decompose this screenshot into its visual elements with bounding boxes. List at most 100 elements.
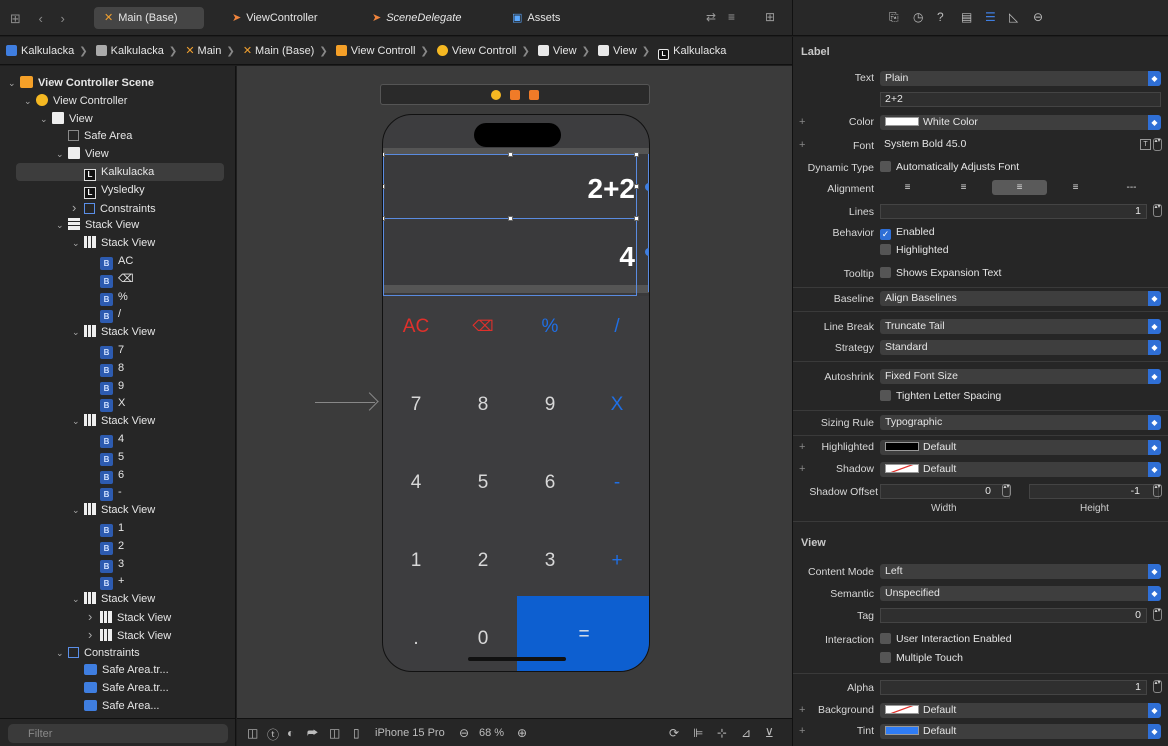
calculator-key[interactable]: 8 — [450, 366, 516, 444]
font-size-stepper[interactable]: ▴▾ — [1153, 138, 1162, 151]
outline-row[interactable]: ⌄ Stack View — [0, 323, 235, 341]
chevron-right-icon[interactable]: › — [88, 626, 100, 644]
outline-row[interactable]: B- — [0, 483, 235, 502]
add-variation-icon[interactable]: + — [799, 725, 805, 737]
chevron-down-icon[interactable]: ⌄ — [8, 74, 20, 92]
shadow-height-stepper[interactable]: ▴▾ — [1153, 484, 1162, 497]
chevron-down-icon[interactable]: ⌄ — [24, 92, 36, 110]
semantic-popup[interactable]: Unspecified ◆ — [880, 586, 1161, 601]
color-popup[interactable]: White Color ◆ — [880, 115, 1161, 130]
outline-row[interactable]: › Stack View — [0, 608, 235, 626]
attributes-inspector-icon[interactable]: ☰ — [985, 10, 996, 24]
shadow-offset-width-field[interactable]: 0 — [880, 484, 1010, 499]
sizing-rule-popup[interactable]: Typographic ◆ — [880, 415, 1161, 430]
user-interaction-checkbox[interactable]: User Interaction Enabled — [880, 633, 1012, 645]
file-inspector-icon[interactable]: ⎘ — [889, 10, 899, 25]
breadcrumb-item[interactable]: View Controll — [351, 45, 416, 57]
outline-row[interactable]: Safe Area — [0, 127, 235, 145]
add-variation-icon[interactable]: + — [799, 463, 805, 475]
chevron-right-icon[interactable]: › — [88, 608, 100, 626]
add-variation-icon[interactable]: + — [799, 704, 805, 716]
add-constraints-icon[interactable]: ⊹ — [717, 726, 727, 740]
breadcrumb-item[interactable]: Main — [198, 45, 222, 57]
breadcrumb-item[interactable]: View — [553, 45, 577, 57]
constraint-dot[interactable] — [645, 248, 649, 256]
calculator-key[interactable]: / — [584, 288, 649, 366]
related-items-icon[interactable]: ⇄ — [706, 10, 716, 24]
calculator-key[interactable]: 3 — [517, 522, 583, 600]
outline-row[interactable]: B / — [0, 305, 235, 324]
calculator-key[interactable]: 6 — [517, 444, 583, 522]
outline-row[interactable]: B7 — [0, 341, 235, 359]
breadcrumb-item[interactable]: View — [613, 45, 637, 57]
expression-label[interactable]: 2+2 — [588, 173, 636, 205]
embed-in-icon[interactable]: ⊻ — [765, 726, 774, 740]
outline-row[interactable]: ⌄ Stack View — [0, 234, 235, 252]
outline-row[interactable]: ⌄ Constraints — [0, 644, 235, 662]
tint-color-popup[interactable]: Default ◆ — [880, 724, 1161, 739]
font-field[interactable]: System Bold 45.0 — [880, 138, 1161, 153]
tag-stepper[interactable]: ▴▾ — [1153, 608, 1162, 621]
breadcrumb-item[interactable]: Kalkulacka — [21, 45, 74, 57]
tooltip-checkbox[interactable]: Shows Expansion Text — [880, 267, 1001, 279]
baseline-popup[interactable]: Align Baselines ◆ — [880, 291, 1161, 306]
lines-field[interactable]: 1 — [880, 204, 1147, 219]
add-editor-icon[interactable]: ⊞ — [765, 10, 775, 24]
align-justified-icon[interactable]: ≡ — [1048, 180, 1103, 195]
calculator-key[interactable]: 1 — [383, 522, 449, 600]
outline-row[interactable]: B AC — [0, 252, 235, 270]
outline-row[interactable]: BX — [0, 394, 235, 413]
calculator-key[interactable]: 2 — [450, 522, 516, 600]
outline-row[interactable]: B1 — [0, 519, 235, 537]
result-label-frame[interactable] — [383, 219, 637, 296]
strategy-popup[interactable]: Standard ◆ — [880, 340, 1161, 355]
history-inspector-icon[interactable]: ◷ — [913, 10, 923, 24]
calculator-key[interactable]: AC — [383, 288, 449, 366]
device-selector[interactable]: iPhone 15 Pro — [375, 727, 445, 739]
lines-stepper[interactable]: ▴▾ — [1153, 204, 1162, 217]
result-label[interactable]: 4 — [619, 241, 635, 273]
chevron-down-icon[interactable]: ⌄ — [72, 234, 84, 252]
appearance-icon[interactable]: ◐ — [287, 726, 294, 740]
calculator-key[interactable]: ⌫ — [450, 288, 516, 366]
tag-field[interactable]: 0 — [880, 608, 1147, 623]
tab-assets[interactable]: ▣ Assets — [512, 7, 560, 29]
chevron-down-icon[interactable]: ⌄ — [72, 323, 84, 341]
calculator-key[interactable]: 0 — [450, 600, 516, 671]
outline-row[interactable]: B% — [0, 288, 235, 306]
tab-main-base[interactable]: ✕ Main (Base) — [94, 7, 204, 29]
filter-input[interactable] — [8, 724, 228, 743]
help-inspector-icon[interactable]: ? — [937, 10, 944, 24]
zoom-level[interactable]: 68 % — [479, 727, 504, 739]
alpha-field[interactable]: 1 — [880, 680, 1147, 695]
calculator-key[interactable]: . — [383, 600, 449, 671]
outline-row[interactable]: › Stack View — [0, 626, 235, 644]
resize-handle[interactable] — [383, 152, 385, 157]
chevron-down-icon[interactable]: ⌄ — [72, 412, 84, 430]
highlighted-color-popup[interactable]: Default ◆ — [880, 440, 1161, 455]
update-frames-icon[interactable]: ⟳ — [669, 726, 679, 740]
scene-dock[interactable] — [380, 84, 650, 105]
add-variation-icon[interactable]: + — [799, 441, 805, 453]
outline-row[interactable]: ⌄ Stack View — [0, 501, 235, 519]
size-class-icon[interactable]: ◫ — [329, 726, 340, 740]
outline-row[interactable]: Safe Area... — [0, 697, 235, 715]
multiple-touch-checkbox[interactable]: Multiple Touch — [880, 652, 963, 664]
outline-row[interactable]: B9 — [0, 377, 235, 395]
outline-row[interactable]: › Constraints — [0, 199, 235, 217]
highlighted-checkbox[interactable]: Highlighted — [880, 244, 949, 256]
outline-row[interactable]: Safe Area.tr... — [0, 661, 235, 679]
add-variation-icon[interactable]: + — [799, 139, 805, 151]
tab-scenedelegate[interactable]: ➤ SceneDelegate — [372, 7, 461, 29]
align-icon[interactable]: ⊫ — [693, 726, 703, 740]
calculator-key[interactable]: 7 — [383, 366, 449, 444]
background-color-popup[interactable]: Default ◆ — [880, 703, 1161, 718]
chevron-down-icon[interactable]: ⌄ — [40, 110, 52, 128]
alpha-stepper[interactable]: ▴▾ — [1153, 680, 1162, 693]
resolve-issues-icon[interactable]: ⊿ — [741, 726, 751, 740]
resize-handle[interactable] — [508, 152, 513, 157]
zoom-out-icon[interactable]: ⊖ — [459, 726, 469, 740]
initial-view-controller-arrow[interactable] — [315, 402, 375, 403]
resize-handle[interactable] — [383, 216, 385, 221]
orientation-icon[interactable]: ⮫ — [307, 726, 318, 741]
